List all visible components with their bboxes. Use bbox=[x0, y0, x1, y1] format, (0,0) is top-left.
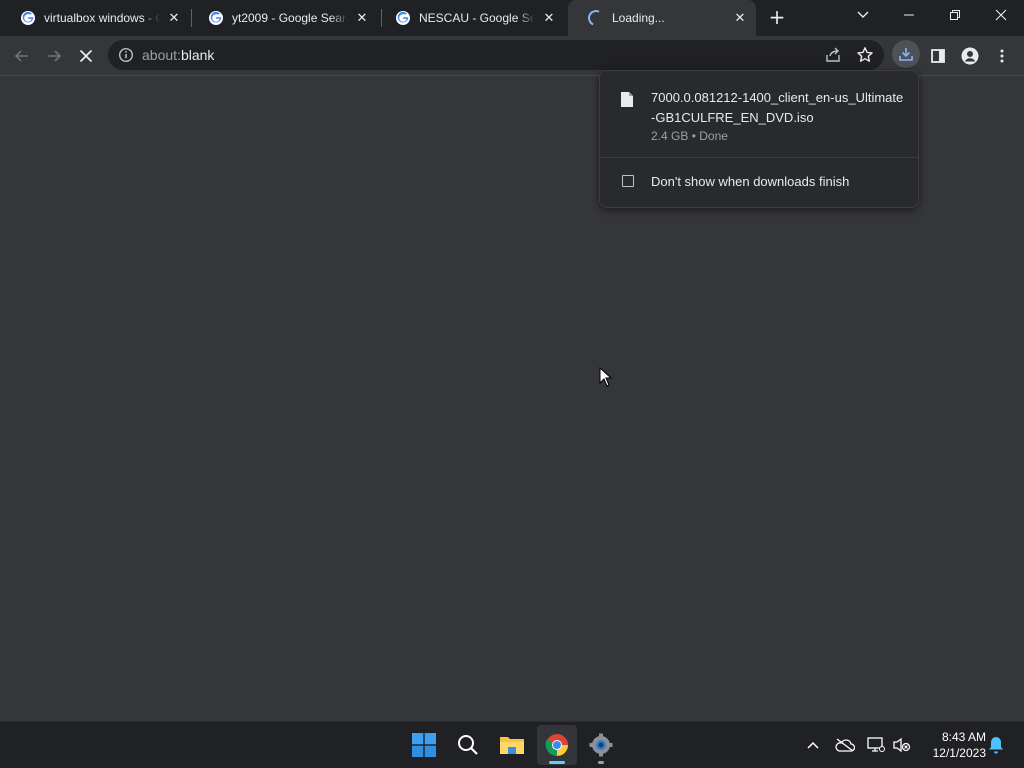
url-rest: blank bbox=[180, 47, 215, 63]
onedrive-tray-button[interactable] bbox=[834, 734, 856, 756]
restore-icon bbox=[950, 10, 960, 20]
arrow-left-icon bbox=[14, 50, 28, 62]
download-filename[interactable]: 7000.0.081212-1400_client_en-us_Ultimate… bbox=[651, 88, 907, 128]
menu-button[interactable] bbox=[988, 42, 1016, 70]
window-close-button[interactable] bbox=[978, 0, 1024, 30]
clock-time: 8:43 AM bbox=[941, 730, 986, 744]
download-icon bbox=[899, 48, 913, 61]
volume-tray-button[interactable] bbox=[891, 734, 913, 756]
tab-title: NESCAU - Google Sea bbox=[419, 11, 535, 25]
download-status: 2.4 GB • Done bbox=[651, 129, 728, 143]
close-icon[interactable]: ✕ bbox=[732, 10, 748, 26]
mouse-cursor-icon bbox=[599, 367, 612, 387]
close-icon bbox=[995, 9, 1007, 21]
tab-search-button[interactable] bbox=[840, 0, 886, 30]
download-bubble: 7000.0.081212-1400_client_en-us_Ultimate… bbox=[599, 70, 919, 208]
folder-icon bbox=[500, 737, 524, 754]
volume-muted-icon bbox=[893, 737, 911, 753]
star-icon[interactable] bbox=[856, 46, 874, 64]
file-icon bbox=[621, 92, 633, 107]
google-g-icon bbox=[21, 11, 35, 25]
tab-nescau[interactable]: NESCAU - Google Sea ✕ bbox=[375, 0, 565, 36]
stop-loading-button[interactable] bbox=[72, 42, 100, 70]
downloads-button[interactable] bbox=[892, 40, 920, 68]
arrow-right-icon bbox=[48, 50, 62, 62]
profile-button[interactable] bbox=[956, 42, 984, 70]
cloud-off-icon bbox=[835, 738, 855, 752]
running-app-indicator bbox=[598, 761, 604, 764]
google-g-icon bbox=[209, 11, 223, 25]
chrome-button[interactable] bbox=[537, 725, 577, 765]
dont-show-checkbox[interactable] bbox=[622, 175, 634, 187]
minimize-button[interactable] bbox=[886, 0, 932, 30]
chevron-up-icon bbox=[807, 741, 819, 749]
minimize-icon bbox=[904, 14, 914, 16]
network-icon bbox=[867, 737, 885, 752]
search-button[interactable] bbox=[448, 725, 488, 765]
tab-strip: virtualbox windows - G ✕ yt2009 - Google… bbox=[0, 0, 1024, 36]
share-icon[interactable] bbox=[824, 46, 842, 64]
search-icon bbox=[458, 735, 478, 755]
start-button[interactable] bbox=[404, 725, 444, 765]
tab-title: Loading... bbox=[612, 11, 665, 25]
url-scheme: about: bbox=[142, 47, 181, 63]
system-clock[interactable]: 8:43 AM 12/1/2023 bbox=[918, 729, 986, 761]
download-state: Done bbox=[699, 129, 728, 143]
close-icon[interactable]: ✕ bbox=[541, 10, 557, 26]
address-bar[interactable]: about:blank bbox=[108, 40, 884, 70]
close-icon bbox=[79, 49, 93, 63]
close-icon[interactable]: ✕ bbox=[166, 10, 182, 26]
notifications-button[interactable] bbox=[986, 734, 1006, 756]
taskbar: 8:43 AM 12/1/2023 bbox=[0, 721, 1024, 768]
active-app-indicator bbox=[549, 761, 565, 764]
status-separator: • bbox=[688, 129, 700, 143]
windows-logo-icon bbox=[412, 733, 436, 757]
chevron-down-icon bbox=[857, 11, 869, 18]
restore-button[interactable] bbox=[932, 0, 978, 30]
chrome-icon bbox=[545, 734, 568, 756]
loading-spinner-icon bbox=[585, 7, 607, 29]
show-hidden-icons-button[interactable] bbox=[802, 734, 824, 756]
divider bbox=[600, 157, 918, 158]
tab-yt2009[interactable]: yt2009 - Google Searc ✕ bbox=[188, 0, 378, 36]
download-size: 2.4 GB bbox=[651, 129, 689, 143]
more-vert-icon bbox=[1000, 49, 1004, 63]
file-explorer-button[interactable] bbox=[492, 725, 532, 765]
tab-title: yt2009 - Google Searc bbox=[232, 11, 348, 25]
info-icon[interactable] bbox=[118, 47, 134, 63]
side-panel-icon bbox=[931, 49, 945, 63]
back-button[interactable] bbox=[8, 42, 36, 70]
url-text[interactable]: about:blank bbox=[142, 47, 214, 63]
clock-date: 12/1/2023 bbox=[932, 746, 986, 760]
tab-title: virtualbox windows - G bbox=[44, 11, 160, 25]
google-g-icon bbox=[396, 11, 410, 25]
tab-loading[interactable]: Loading... ✕ bbox=[568, 0, 756, 36]
tab-virtualbox[interactable]: virtualbox windows - G ✕ bbox=[0, 0, 190, 36]
bell-icon bbox=[989, 737, 1003, 754]
network-tray-button[interactable] bbox=[865, 734, 887, 756]
forward-button[interactable] bbox=[40, 42, 68, 70]
side-panel-button[interactable] bbox=[924, 42, 952, 70]
profile-avatar-icon bbox=[961, 47, 979, 65]
settings-button[interactable] bbox=[581, 725, 621, 765]
gear-icon bbox=[589, 733, 613, 757]
new-tab-button[interactable]: + bbox=[765, 6, 789, 30]
dont-show-label[interactable]: Don't show when downloads finish bbox=[651, 174, 849, 189]
close-icon[interactable]: ✕ bbox=[354, 10, 370, 26]
